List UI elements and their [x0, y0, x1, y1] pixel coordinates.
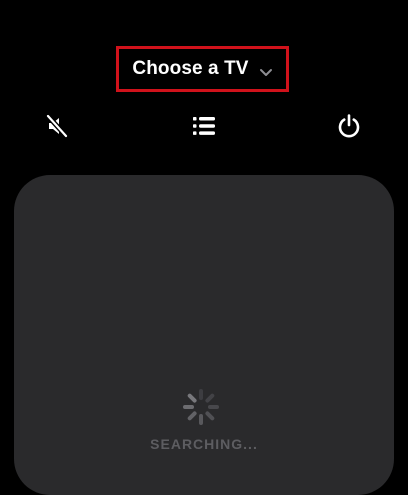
- mute-button[interactable]: [42, 113, 72, 143]
- channel-list-button[interactable]: [189, 113, 219, 143]
- chevron-down-icon: [259, 65, 273, 76]
- power-button[interactable]: [334, 113, 364, 143]
- list-icon: [190, 114, 218, 143]
- power-icon: [335, 112, 363, 145]
- choose-tv-dropdown[interactable]: Choose a TV: [116, 46, 289, 92]
- mute-icon: [43, 112, 71, 145]
- loading-spinner-icon: [181, 387, 221, 427]
- choose-tv-label: Choose a TV: [132, 58, 249, 79]
- searching-status-label: SEARCHING...: [150, 436, 258, 452]
